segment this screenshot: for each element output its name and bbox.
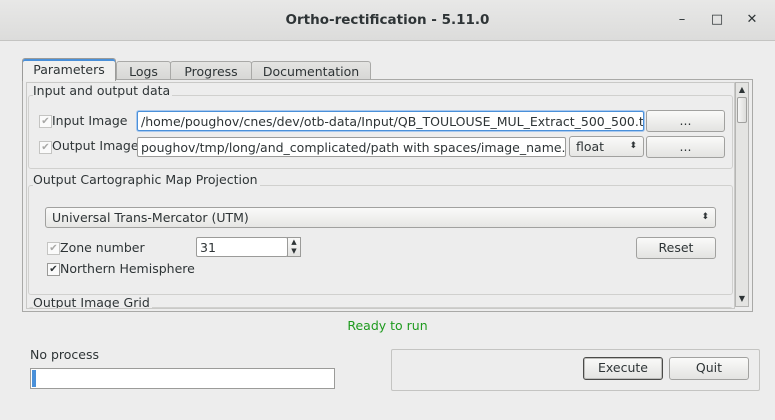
zone-number-label: Zone number xyxy=(60,240,145,255)
parameters-scrollbar[interactable]: ▲ ▼ xyxy=(735,82,749,307)
output-image-label: Output Image xyxy=(52,138,139,153)
io-groupbox xyxy=(28,95,733,169)
spin-down-icon[interactable]: ▼ xyxy=(288,247,300,256)
grid-group-title: Output Image Grid xyxy=(33,295,152,309)
status-text: Ready to run xyxy=(347,318,428,333)
parameters-scroll-area[interactable]: Input and output data ✔ Input Image /hom… xyxy=(26,82,735,309)
input-image-browse-button[interactable]: ... xyxy=(646,110,725,132)
io-group-title: Input and output data xyxy=(33,83,173,98)
zone-number-stepper[interactable]: ▲ ▼ xyxy=(287,237,301,257)
tab-logs[interactable]: Logs xyxy=(116,61,171,81)
execute-button[interactable]: Execute xyxy=(583,357,663,380)
zone-number-checkbox[interactable]: ✔ xyxy=(47,242,60,255)
output-pixel-type-value: float xyxy=(576,139,605,154)
combo-arrows-icon: ⬍ xyxy=(701,212,709,222)
reset-button[interactable]: Reset xyxy=(636,237,716,259)
northern-hemisphere-checkbox[interactable]: ✔ xyxy=(47,263,60,276)
input-image-field[interactable]: /home/poughov/cnes/dev/otb-data/Input/QB… xyxy=(137,111,644,131)
tab-parameters[interactable]: Parameters xyxy=(22,58,116,81)
close-icon[interactable]: ✕ xyxy=(742,10,762,30)
combo-arrows-icon: ⬍ xyxy=(629,141,637,151)
quit-button[interactable]: Quit xyxy=(669,357,749,380)
zone-number-input[interactable]: 31 xyxy=(196,237,288,257)
minimize-icon[interactable]: – xyxy=(672,10,692,30)
scroll-up-icon[interactable]: ▲ xyxy=(736,84,748,96)
projection-value: Universal Trans-Mercator (UTM) xyxy=(52,210,249,225)
scrollbar-thumb[interactable] xyxy=(737,97,747,123)
tab-progress[interactable]: Progress xyxy=(170,61,252,81)
maximize-icon[interactable]: □ xyxy=(707,10,727,30)
northern-hemisphere-label: Northern Hemisphere xyxy=(60,261,195,276)
input-image-label: Input Image xyxy=(52,113,128,128)
output-pixel-type-select[interactable]: float ⬍ xyxy=(569,136,644,157)
output-image-browse-button[interactable]: ... xyxy=(646,136,725,158)
process-label: No process xyxy=(30,347,100,362)
process-progress-bar xyxy=(30,368,335,389)
scroll-down-icon[interactable]: ▼ xyxy=(736,293,748,305)
window-title: Ortho-rectification - 5.11.0 xyxy=(285,12,490,28)
spin-up-icon[interactable]: ▲ xyxy=(288,238,300,247)
output-image-checkbox[interactable]: ✔ xyxy=(39,141,52,154)
tab-documentation[interactable]: Documentation xyxy=(251,61,371,81)
progress-fill xyxy=(32,370,36,387)
projection-group-title: Output Cartographic Map Projection xyxy=(33,172,260,187)
projection-select[interactable]: Universal Trans-Mercator (UTM) ⬍ xyxy=(45,207,716,228)
output-image-field[interactable]: poughov/tmp/long/and_complicated/path wi… xyxy=(137,137,566,157)
input-image-checkbox[interactable]: ✔ xyxy=(39,115,52,128)
